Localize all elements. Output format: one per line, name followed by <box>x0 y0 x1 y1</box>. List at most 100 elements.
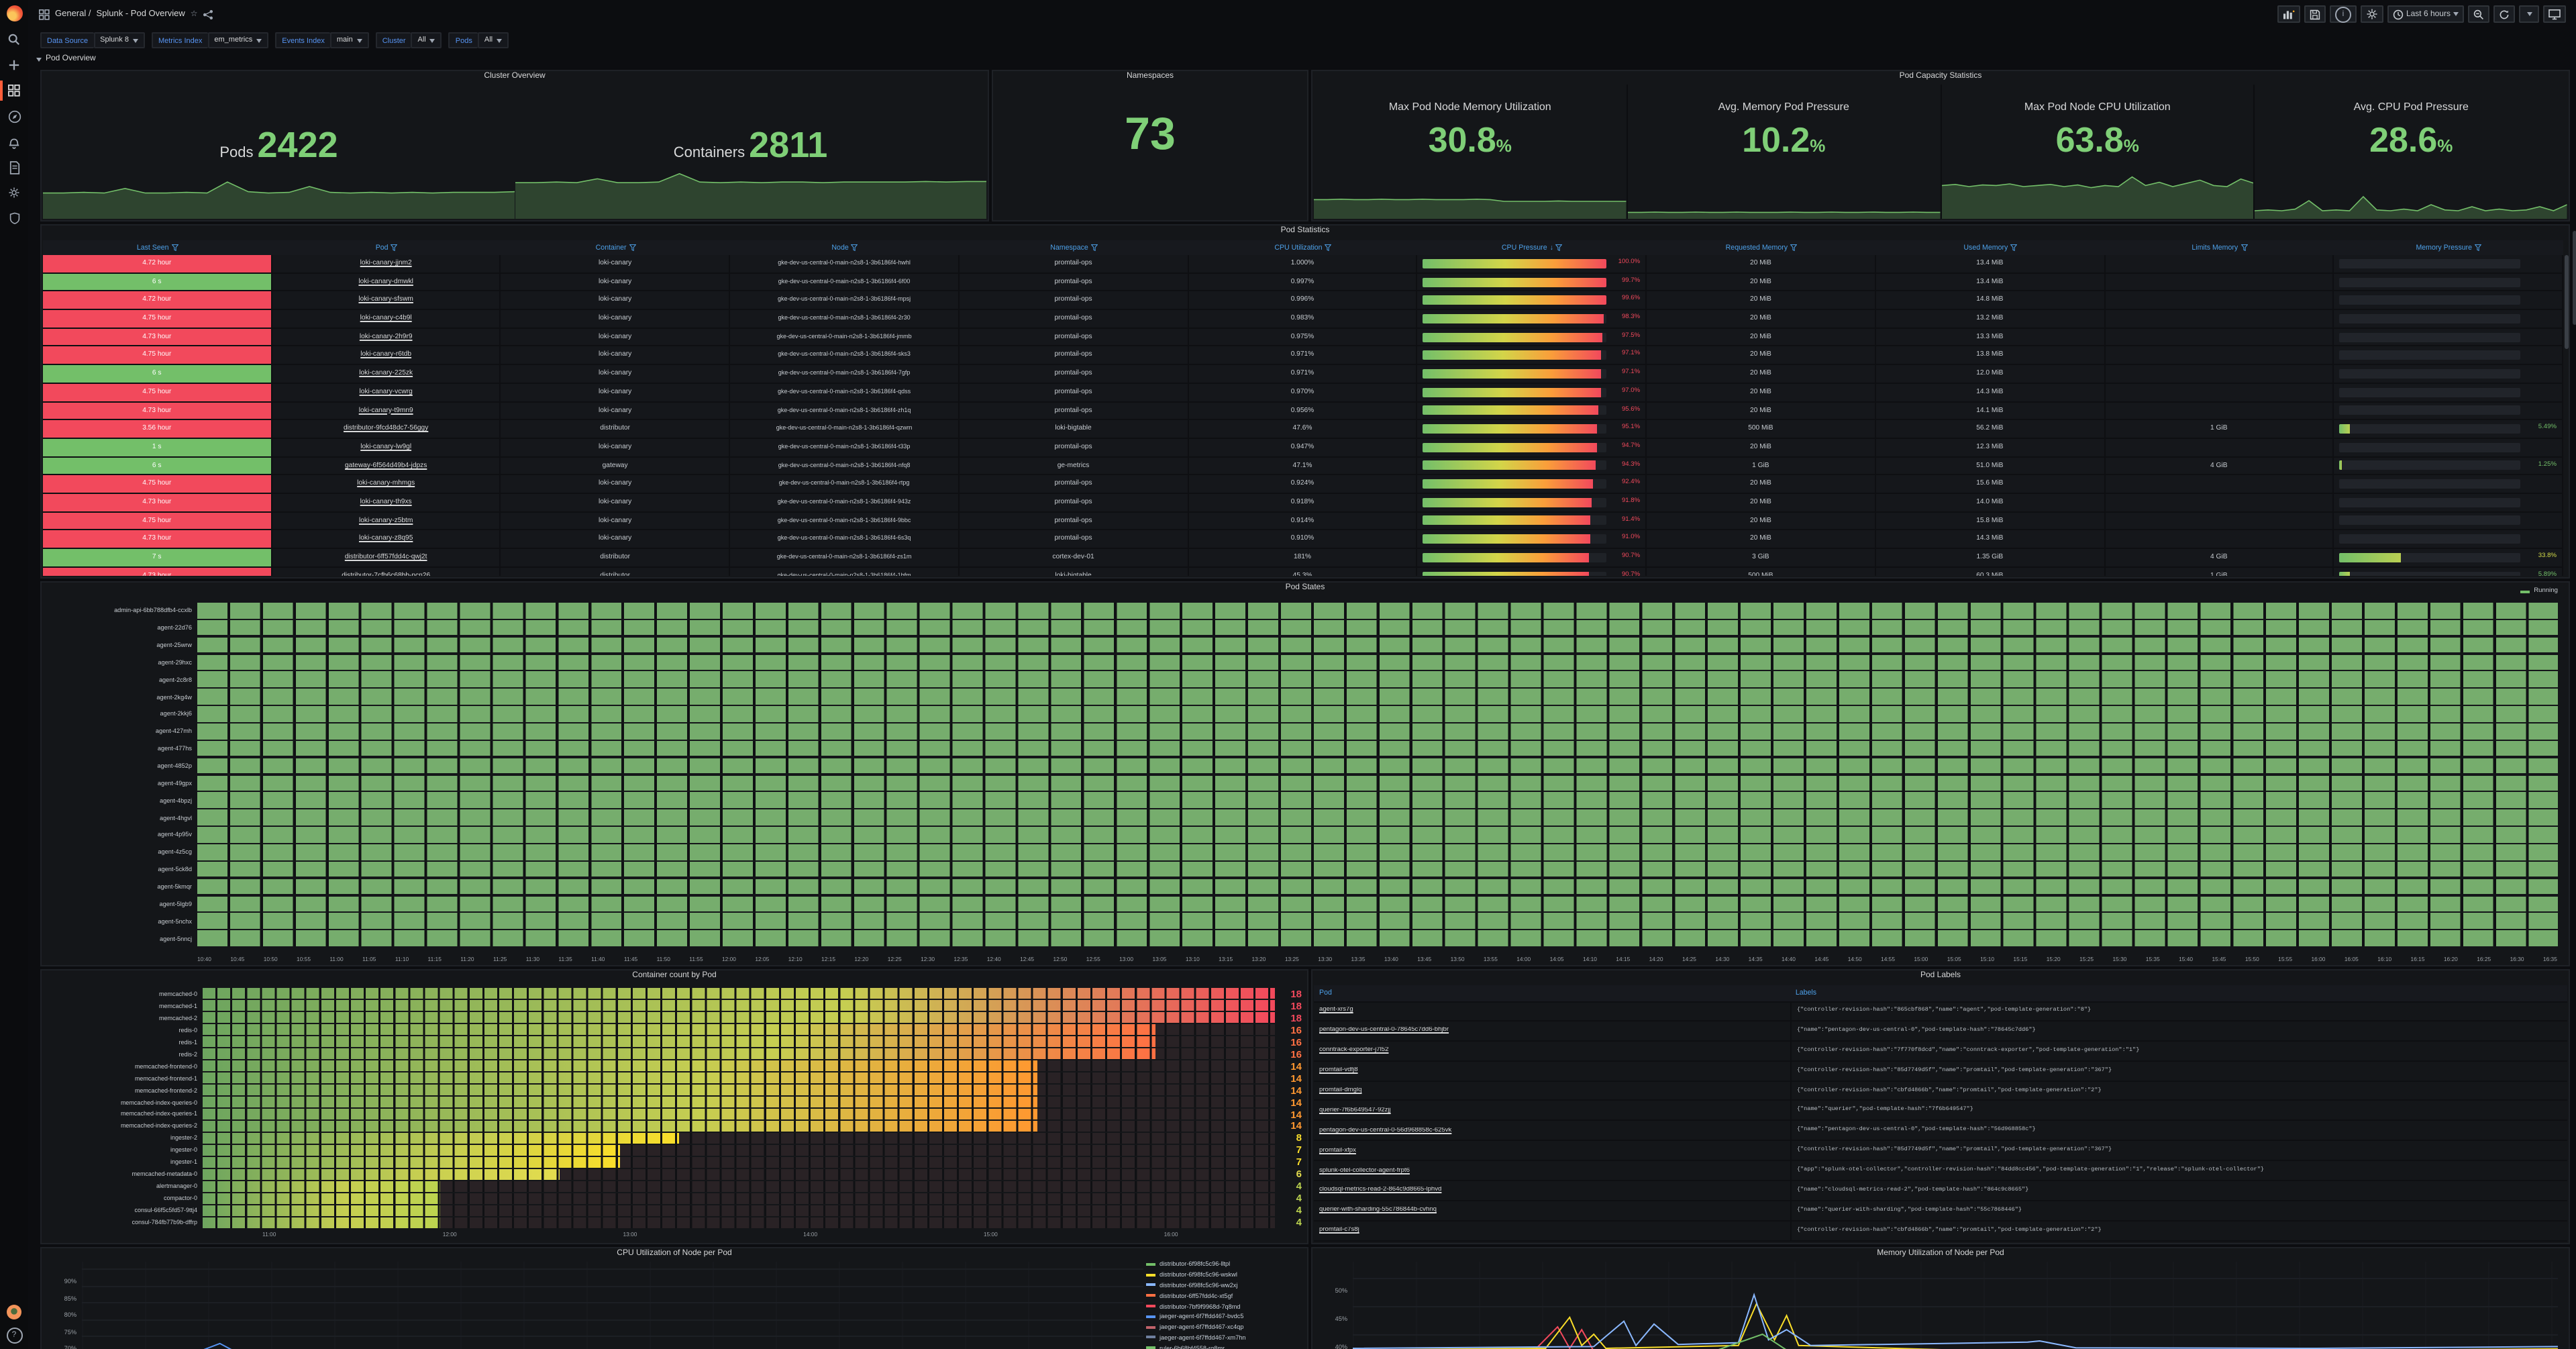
filter-value-dropdown[interactable]: em_metrics <box>207 32 268 48</box>
filter-funnel-icon[interactable] <box>2475 244 2481 251</box>
column-header-container[interactable]: Container <box>501 240 730 255</box>
alerting-bell-icon[interactable] <box>0 129 28 154</box>
search-icon[interactable] <box>0 27 28 52</box>
column-header-requested-memory[interactable]: Requested Memory <box>1647 240 1875 255</box>
pod-link[interactable]: loki-canary-z8q95 <box>359 535 413 543</box>
column-header-cpu-pressure[interactable]: CPU Pressure↓ <box>1418 240 1647 255</box>
pod-states-heatmap[interactable]: admin-api-6bb788dfb4-ccxlbagent-22d76age… <box>50 603 2558 946</box>
filter-funnel-icon[interactable] <box>1091 244 1098 251</box>
column-header-labels[interactable]: Labels <box>1790 985 2567 1001</box>
table-scrollbar[interactable] <box>2565 255 2569 349</box>
panel-title[interactable]: CPU Utilization of Node per Pod <box>42 1250 1307 1258</box>
pod-link[interactable]: querier-with-sharding-55c786844b-cvhnq <box>1319 1207 1437 1214</box>
pod-link[interactable]: loki-canary-225zk <box>359 369 413 377</box>
panel-title[interactable]: Pod Labels <box>1312 972 2569 980</box>
legend-item[interactable]: distributor-7bf9f9968d-7q8md <box>1146 1301 1304 1311</box>
container-count-heatmap[interactable]: memcached-018memcached-118memcached-218r… <box>47 988 1302 1228</box>
docs-file-icon[interactable] <box>0 154 28 180</box>
help-icon[interactable]: ? <box>6 1328 22 1344</box>
panel-title[interactable]: Memory Utilization of Node per Pod <box>1312 1250 2569 1258</box>
pod-link[interactable]: loki-canary-r6tdb <box>360 351 411 359</box>
legend-item[interactable]: distributor-6ff57fdd4c-xt5gf <box>1146 1291 1304 1301</box>
grafana-logo-icon[interactable] <box>0 0 28 27</box>
column-header-node[interactable]: Node <box>730 240 959 255</box>
pod-link[interactable]: cloudsql-metrics-read-2-864c9d8665-lphvd <box>1319 1187 1441 1194</box>
panel-title[interactable]: Pod Statistics <box>42 227 2569 235</box>
panel-title[interactable]: Pod States <box>42 584 2569 592</box>
panel-title[interactable]: Container count by Pod <box>42 972 1307 980</box>
filter-funnel-icon[interactable] <box>852 244 858 251</box>
share-icon[interactable] <box>203 9 214 19</box>
filter-value-dropdown[interactable]: All <box>411 32 442 48</box>
filter-value-dropdown[interactable]: All <box>478 32 509 48</box>
zoom-out-button[interactable] <box>2468 5 2489 23</box>
pod-link[interactable]: pentagon-dev-us-central-0-78645c7dd6-bhj… <box>1319 1028 1449 1034</box>
star-icon[interactable]: ☆ <box>191 9 198 19</box>
column-header-used-memory[interactable]: Used Memory <box>1876 240 2105 255</box>
time-picker[interactable]: Last 6 hours <box>2387 5 2464 23</box>
refresh-interval-dropdown[interactable] <box>2519 5 2539 23</box>
pod-link[interactable]: promtail-c7s8j <box>1319 1227 1359 1234</box>
panel-title[interactable]: Cluster Overview <box>42 72 988 81</box>
pod-link[interactable]: promtail-vdfj8 <box>1319 1067 1358 1074</box>
filter-funnel-icon[interactable] <box>2240 244 2247 251</box>
admin-shield-icon[interactable] <box>0 205 28 231</box>
legend-item[interactable]: distributor-6f98fc5c96-wskwl <box>1146 1270 1304 1281</box>
legend-item-running[interactable]: Running <box>2520 588 2558 595</box>
filter-funnel-icon[interactable] <box>1556 244 1563 251</box>
pod-link[interactable]: loki-canary-z5btm <box>359 516 413 524</box>
pod-link[interactable]: conntrack-exporter-j7l52 <box>1319 1047 1388 1054</box>
pod-link[interactable]: agent-xrs7g <box>1319 1007 1353 1014</box>
filter-funnel-icon[interactable] <box>1325 244 1332 251</box>
dashboards-icon[interactable] <box>0 78 28 103</box>
pod-link[interactable]: distributor-7cfb6c68bb-ncn26 <box>342 571 430 576</box>
pod-link[interactable]: loki-canary-sfswm <box>358 296 413 304</box>
pod-link[interactable]: loki-canary-t9mn9 <box>359 406 413 414</box>
pod-link[interactable]: distributor-6ff57fdd4c-qwj2t <box>345 553 427 561</box>
pod-link[interactable]: gateway-6f564d49b4-jdpzs <box>345 461 427 469</box>
panel-title[interactable]: Namespaces <box>993 72 1307 81</box>
pod-link[interactable]: querier-7f6b649547-92zjj <box>1319 1107 1391 1114</box>
pod-link[interactable]: promtail-dmglq <box>1319 1087 1361 1094</box>
pod-link[interactable]: loki-canary-2h9r9 <box>360 333 413 341</box>
legend-item[interactable]: distributor-6f98fc5c96-ww2xj <box>1146 1280 1304 1291</box>
pod-link[interactable]: loki-canary-mhmgs <box>357 480 415 488</box>
add-panel-button[interactable] <box>2277 5 2300 23</box>
legend-item[interactable]: jaeger-agent-6f7ffdd467-bvdc5 <box>1146 1311 1304 1322</box>
breadcrumb-folder[interactable]: General / <box>55 9 91 19</box>
save-button[interactable] <box>2304 5 2326 23</box>
page-scrollbar[interactable] <box>2573 231 2576 325</box>
legend-item[interactable]: ruler-6b68bf4558-rq8mr <box>1146 1343 1304 1349</box>
filter-funnel-icon[interactable] <box>172 244 178 251</box>
pod-link[interactable]: loki-canary-lw9gl <box>360 443 411 451</box>
column-header-last-seen[interactable]: Last Seen <box>43 240 272 255</box>
kiosk-mode-button[interactable] <box>2543 5 2566 23</box>
dashboard-settings-button[interactable] <box>2361 5 2383 23</box>
filter-value-dropdown[interactable]: Splunk 8 <box>93 32 145 48</box>
user-avatar[interactable] <box>7 1305 21 1319</box>
settings-gear-icon[interactable] <box>0 180 28 205</box>
column-header-pod[interactable]: Pod <box>272 240 501 255</box>
pod-link[interactable]: splunk-otel-collector-agent-frpt6 <box>1319 1167 1410 1174</box>
create-plus-icon[interactable] <box>0 52 28 78</box>
filter-value-dropdown[interactable]: main <box>330 32 369 48</box>
column-header-memory-pressure[interactable]: Memory Pressure <box>2334 240 2563 255</box>
info-button[interactable]: i <box>2330 5 2357 23</box>
filter-funnel-icon[interactable] <box>391 244 398 251</box>
pod-link[interactable]: loki-canary-dmwkl <box>358 277 413 285</box>
column-header-namespace[interactable]: Namespace <box>960 240 1188 255</box>
legend-item[interactable]: jaeger-agent-6f7ffdd467-xc4qp <box>1146 1322 1304 1333</box>
explore-compass-icon[interactable] <box>0 103 28 129</box>
legend-item[interactable]: distributor-6f98fc5c96-lltpl <box>1146 1259 1304 1270</box>
breadcrumb-title[interactable]: Splunk - Pod Overview <box>97 9 185 19</box>
column-header-cpu-utilization[interactable]: CPU Utilization <box>1188 240 1417 255</box>
pod-link[interactable]: loki-canary-vcwrg <box>360 388 413 396</box>
refresh-button[interactable] <box>2493 5 2515 23</box>
filter-funnel-icon[interactable] <box>2010 244 2017 251</box>
column-header-pod[interactable]: Pod <box>1314 985 1790 1001</box>
pod-link[interactable]: promtail-xfpx <box>1319 1147 1356 1154</box>
pod-link[interactable]: loki-canary-jjnm2 <box>360 259 412 267</box>
column-header-limits-memory[interactable]: Limits Memory <box>2105 240 2334 255</box>
cpu-chart-area[interactable] <box>82 1262 1143 1349</box>
panel-title[interactable]: Pod Capacity Statistics <box>1312 72 2569 81</box>
